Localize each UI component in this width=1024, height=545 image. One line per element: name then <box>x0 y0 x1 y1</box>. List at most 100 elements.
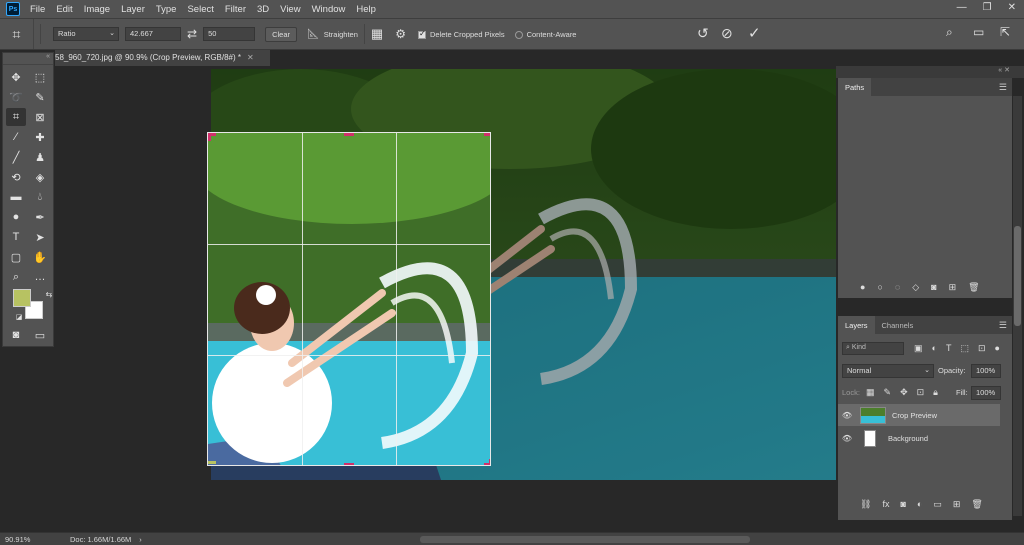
crop-handle-bottom[interactable] <box>344 463 354 465</box>
document-tab[interactable]: 58_960_720.jpg @ 90.9% (Crop Preview, RG… <box>55 50 270 66</box>
zoom-level[interactable]: 90.91% <box>5 535 60 544</box>
panel-menu-icon[interactable]: ☰ <box>999 320 1007 331</box>
new-path-icon[interactable]: ⊞ <box>949 282 957 293</box>
clone-stamp-tool-icon[interactable]: ♟ <box>30 148 50 166</box>
link-layers-icon[interactable]: ⛓ <box>860 499 871 510</box>
scrollbar-thumb[interactable] <box>1014 226 1021 326</box>
workspace-icon[interactable]: ▭ <box>973 25 984 39</box>
crop-handle-top[interactable] <box>344 133 354 136</box>
fill-path-icon[interactable]: ● <box>860 282 865 293</box>
crop-handle-top-left[interactable] <box>208 133 211 141</box>
tab-paths[interactable]: Paths <box>838 78 872 96</box>
canvas-area[interactable] <box>55 66 836 532</box>
hand-tool-icon[interactable]: ✋ <box>30 248 50 266</box>
marquee-tool-icon[interactable]: ⬚ <box>30 68 50 86</box>
history-brush-tool-icon[interactable]: ⟲ <box>6 168 26 186</box>
close-tab-icon[interactable]: ✕ <box>247 53 254 62</box>
minimize-icon[interactable]: — <box>957 2 967 13</box>
reset-icon[interactable]: ↺ <box>697 25 709 42</box>
crop-handle-bottom-right[interactable] <box>489 459 490 465</box>
eraser-tool-icon[interactable]: ◈ <box>30 168 50 186</box>
menu-3d[interactable]: 3D <box>257 4 269 15</box>
lock-transparent-icon[interactable]: ▦ <box>866 387 875 398</box>
default-colors-icon[interactable]: ◪ <box>9 308 29 326</box>
pixel-filter-icon[interactable]: ▣ <box>914 343 923 354</box>
crop-handle-top-right[interactable] <box>484 133 490 136</box>
layer-row-background[interactable]: 👁︎ Background <box>838 427 1000 449</box>
new-layer-icon[interactable]: ⊞ <box>953 499 961 510</box>
gear-icon[interactable]: ⚙ <box>395 27 406 41</box>
quick-mask-icon[interactable]: ◙ <box>6 326 26 344</box>
content-aware-checkbox[interactable]: Content-Aware <box>514 29 576 39</box>
cancel-icon[interactable]: ⊘ <box>721 25 733 42</box>
eye-icon[interactable]: 👁︎ <box>838 434 856 443</box>
tab-layers[interactable]: Layers <box>838 316 875 334</box>
tab-channels[interactable]: Channels <box>875 316 921 334</box>
type-tool-icon[interactable]: T <box>6 228 26 246</box>
blur-tool-icon[interactable]: 💧︎ <box>30 188 50 206</box>
toolbox-collapse-icon[interactable]: « <box>3 53 53 65</box>
layer-filter-select[interactable]: ⌕ Kind <box>842 342 904 355</box>
crop-width-input[interactable]: 42.667 <box>125 27 181 41</box>
fill-input[interactable]: 100% <box>971 386 1001 400</box>
menu-select[interactable]: Select <box>187 4 213 15</box>
crop-tool-icon[interactable]: ⌗ <box>6 108 26 126</box>
crop-tool-preset-icon[interactable]: ⌗ <box>0 19 34 49</box>
dodge-tool-icon[interactable]: ● <box>6 208 26 226</box>
new-group-icon[interactable]: ▭ <box>933 499 942 510</box>
menu-filter[interactable]: Filter <box>225 4 246 15</box>
brush-tool-icon[interactable]: ╱ <box>6 148 26 166</box>
zoom-tool-icon[interactable]: ⌕ <box>6 268 26 286</box>
straighten-icon[interactable]: 📐︎ <box>307 29 320 40</box>
load-selection-icon[interactable]: ◌ <box>895 282 900 293</box>
healing-brush-tool-icon[interactable]: ✚ <box>30 128 50 146</box>
menu-type[interactable]: Type <box>156 4 177 15</box>
adjustment-layer-icon[interactable]: ◐ <box>917 499 922 510</box>
lock-all-icon[interactable]: 🔒︎ <box>933 387 938 398</box>
filter-toggle-icon[interactable]: ● <box>995 343 1000 354</box>
swap-dimensions-icon[interactable]: ⇄ <box>187 27 197 41</box>
rectangle-tool-icon[interactable]: ▢ <box>6 248 26 266</box>
blend-mode-select[interactable]: Normal ⌄ <box>842 364 934 378</box>
doc-size[interactable]: Doc: 1.66M/1.66M <box>70 535 131 544</box>
horizontal-scrollbar[interactable] <box>420 536 750 543</box>
trash-icon[interactable]: 🗑︎ <box>971 499 982 510</box>
lock-image-icon[interactable]: ✎ <box>884 387 892 398</box>
foreground-color-swatch[interactable] <box>13 289 31 307</box>
menu-file[interactable]: File <box>30 4 45 15</box>
add-mask-icon[interactable]: ◙ <box>931 282 936 293</box>
lock-position-icon[interactable]: ✥ <box>900 387 908 398</box>
adjustment-filter-icon[interactable]: ◐ <box>932 343 937 354</box>
search-icon[interactable]: ⌕ <box>946 25 953 40</box>
smart-object-filter-icon[interactable]: ⊡ <box>978 343 986 354</box>
menu-view[interactable]: View <box>280 4 300 15</box>
share-icon[interactable]: ⇱ <box>1000 25 1010 39</box>
menu-layer[interactable]: Layer <box>121 4 145 15</box>
crop-box[interactable] <box>207 132 491 466</box>
menu-image[interactable]: Image <box>84 4 110 15</box>
status-menu-icon[interactable]: › <box>139 535 142 544</box>
straighten-label[interactable]: Straighten <box>324 30 358 39</box>
gradient-tool-icon[interactable]: ▬ <box>6 188 26 206</box>
lasso-tool-icon[interactable]: ➰ <box>6 88 26 106</box>
screen-mode-icon[interactable]: ▭ <box>30 326 50 344</box>
make-work-path-icon[interactable]: ◇ <box>912 282 919 293</box>
layer-row-crop-preview[interactable]: 👁︎ Crop Preview <box>838 404 1000 426</box>
delete-cropped-pixels-checkbox[interactable]: Delete Cropped Pixels <box>417 29 505 39</box>
close-icon[interactable]: ✕ <box>1008 2 1016 13</box>
crop-handle-bottom-left[interactable] <box>208 461 216 464</box>
lock-artboard-icon[interactable]: ⊡ <box>917 387 925 398</box>
move-tool-icon[interactable]: ✥ <box>6 68 26 86</box>
ratio-select[interactable]: Ratio ⌄ <box>53 27 119 41</box>
eyedropper-tool-icon[interactable]: ⁄ <box>6 128 26 146</box>
type-filter-icon[interactable]: T <box>946 343 952 354</box>
shape-filter-icon[interactable]: ⬚ <box>960 343 969 354</box>
clear-button[interactable]: Clear <box>265 26 297 42</box>
menu-edit[interactable]: Edit <box>56 4 72 15</box>
frame-tool-icon[interactable]: ⊠ <box>30 108 50 126</box>
restore-icon[interactable]: ❐ <box>983 2 992 13</box>
trash-icon[interactable]: 🗑︎ <box>968 282 979 293</box>
panel-menu-icon[interactable]: ☰ <box>999 82 1007 93</box>
add-mask-icon[interactable]: ◙ <box>900 499 905 510</box>
fx-icon[interactable]: fx <box>882 499 889 510</box>
